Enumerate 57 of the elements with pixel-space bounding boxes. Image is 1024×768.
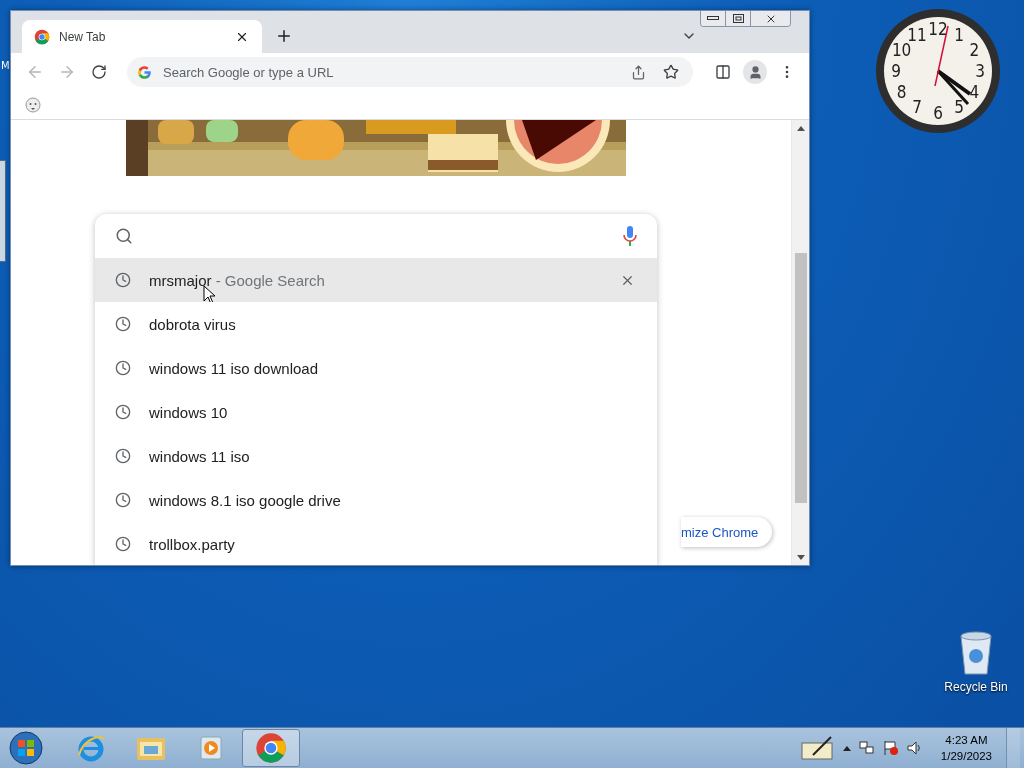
speaker-icon: [906, 740, 923, 756]
suggestion-item[interactable]: windows 11 iso download: [95, 346, 657, 390]
maximize-icon: [732, 14, 744, 23]
search-icon: [115, 227, 133, 245]
scrollbar[interactable]: [791, 120, 809, 565]
analog-clock: 11 12 1 10 2 9 3 8 4 7 6 5: [873, 6, 1003, 136]
share-icon: [630, 64, 646, 80]
suggestion-item[interactable]: windows 10: [95, 390, 657, 434]
plus-icon: [275, 27, 293, 45]
chrome-icon: [255, 732, 287, 764]
maximize-button[interactable]: [725, 11, 750, 26]
animal-face-icon[interactable]: [25, 97, 41, 113]
flag-icon: [882, 740, 899, 756]
tab-title: New Tab: [59, 29, 107, 44]
person-icon: [747, 64, 763, 80]
minimize-icon: [707, 16, 719, 21]
suggestion-item[interactable]: windows 11 iso: [95, 434, 657, 478]
history-icon: [115, 448, 131, 464]
google-logo-icon: [137, 64, 152, 80]
clock-date: 1/29/2023: [940, 749, 992, 764]
caret-icon: [842, 745, 851, 751]
profile-button[interactable]: [743, 60, 767, 84]
trash-bin-icon: [958, 630, 994, 676]
history-icon: [115, 272, 131, 288]
window-text: M: [1, 60, 10, 72]
history-icon: [115, 360, 131, 376]
history-icon: [115, 404, 131, 420]
pen-input-button[interactable]: [800, 735, 835, 761]
address-bar[interactable]: Search Google or type a URL: [127, 57, 693, 87]
history-icon: [115, 492, 131, 508]
forward-arrow-icon: [58, 63, 76, 81]
minimize-button[interactable]: [701, 11, 725, 26]
show-hidden-icons-button[interactable]: [842, 745, 851, 751]
star-icon: [663, 64, 679, 80]
history-icon: [115, 316, 131, 332]
suggestion-item[interactable]: mrsmajor - Google Search: [95, 258, 657, 302]
taskbar-app-button[interactable]: [242, 729, 300, 767]
browser-tab[interactable]: New Tab: [22, 20, 262, 53]
clock-time: 4:23 AM: [945, 733, 988, 748]
play-icon: [197, 734, 225, 762]
suggestion-item[interactable]: trollbox.party: [95, 522, 657, 565]
side-panel-icon: [715, 64, 731, 80]
suggestion-item[interactable]: windows 8.1 iso google drive: [95, 478, 657, 522]
windows-orb-icon: [8, 730, 44, 766]
desktop-icon-label[interactable]: Recycle Bin: [944, 680, 1008, 694]
suggestion-item[interactable]: dobrota virus: [95, 302, 657, 346]
network-icon: [858, 740, 875, 756]
customize-chrome-button[interactable]: mize Chrome: [681, 517, 773, 547]
reload-icon: [91, 64, 107, 80]
globe-e-icon: [76, 733, 106, 763]
microphone-icon[interactable]: [623, 226, 637, 246]
history-icon: [115, 536, 131, 552]
chrome-icon: [34, 28, 50, 45]
action-center-button[interactable]: [882, 740, 899, 756]
volume-button[interactable]: [906, 740, 923, 756]
pen-icon: [800, 735, 835, 761]
network-button[interactable]: [858, 740, 875, 756]
